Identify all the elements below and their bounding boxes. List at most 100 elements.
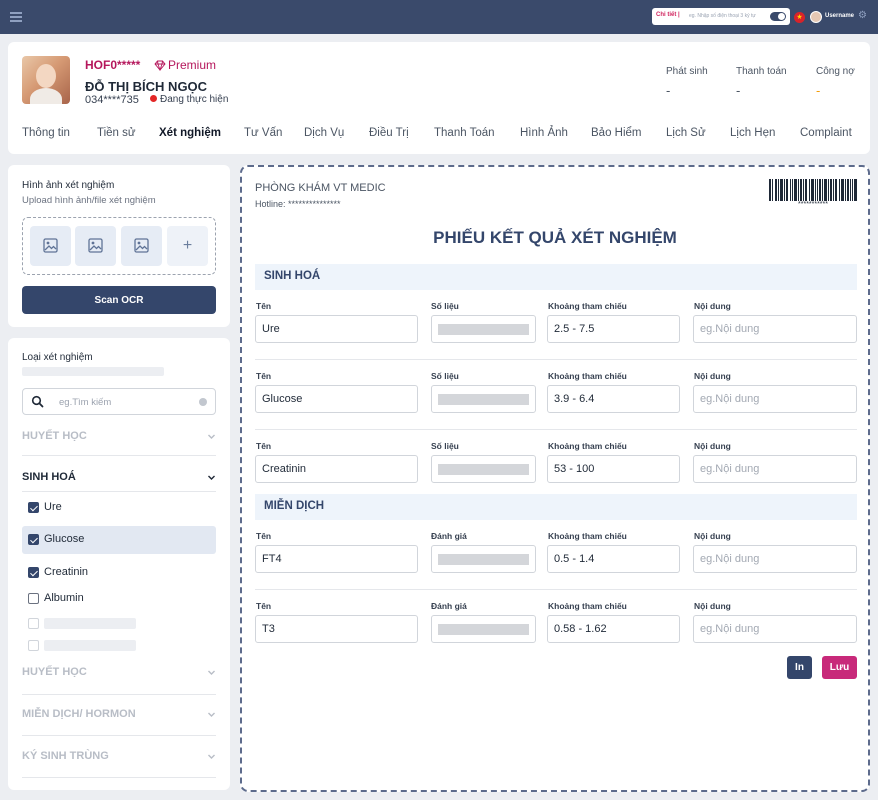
- stat-phat-sinh: Phát sinh -: [666, 66, 708, 98]
- tab-complaint[interactable]: Complaint: [800, 127, 852, 139]
- gear-icon[interactable]: ⚙: [858, 10, 867, 21]
- image-thumbnail[interactable]: [75, 226, 116, 266]
- checkbox[interactable]: [28, 593, 39, 604]
- image-thumbnail[interactable]: [121, 226, 162, 266]
- test-note-field[interactable]: eg.Nội dung: [693, 615, 857, 643]
- divider: [255, 429, 857, 430]
- test-value-field[interactable]: [431, 455, 536, 483]
- scan-ocr-button[interactable]: Scan OCR: [22, 286, 216, 314]
- test-search-input[interactable]: eg.Tìm kiếm: [22, 388, 216, 415]
- placeholder-bar: [44, 640, 136, 651]
- vietnam-flag-icon[interactable]: ★: [794, 12, 805, 23]
- test-note-field[interactable]: eg.Nội dung: [693, 315, 857, 343]
- test-note-field[interactable]: eg.Nội dung: [693, 385, 857, 413]
- tab-tien-su[interactable]: Tiền sử: [97, 127, 136, 139]
- field-label-range: Khoảng tham chiếu: [548, 301, 627, 311]
- tab-lich-su[interactable]: Lịch Sử: [666, 127, 706, 139]
- sheet-title: PHIẾU KẾT QUẢ XÉT NGHIỆM: [433, 228, 677, 247]
- result-sheet: PHÒNG KHÁM VT MEDIC Hotline: ***********…: [240, 165, 870, 792]
- global-search[interactable]: Chi tiết | eg. Nhập số điện thoại 3 ký t…: [652, 8, 790, 25]
- test-name-field[interactable]: Creatinin: [255, 455, 418, 483]
- test-assessment-field[interactable]: [431, 615, 536, 643]
- test-name-field[interactable]: FT4: [255, 545, 418, 573]
- global-search-placeholder: eg. Nhập số điện thoại 3 ký tự: [689, 12, 756, 19]
- test-assessment-field[interactable]: [431, 545, 536, 573]
- premium-badge: Premium: [154, 58, 216, 72]
- group-huyet-hoc-2[interactable]: HUYẾT HỌC: [22, 666, 216, 678]
- image-icon: [134, 238, 149, 253]
- hamburger-menu-icon[interactable]: [10, 12, 22, 22]
- test-name-field[interactable]: Ure: [255, 315, 418, 343]
- test-value-field[interactable]: [431, 385, 536, 413]
- tab-xet-nghiem[interactable]: Xét nghiệm: [159, 127, 221, 139]
- image-thumbnail[interactable]: [30, 226, 71, 266]
- stat-value: -: [666, 83, 671, 98]
- test-item-albumin[interactable]: Albumin: [22, 585, 216, 613]
- divider: [255, 589, 857, 590]
- test-item-glucose[interactable]: Glucose: [22, 526, 216, 554]
- search-mode-label: Chi tiết |: [656, 12, 680, 18]
- test-name-field[interactable]: Glucose: [255, 385, 418, 413]
- placeholder-bar: [44, 618, 136, 629]
- print-button[interactable]: In: [787, 656, 812, 679]
- checkbox[interactable]: [28, 640, 39, 651]
- group-huyet-hoc[interactable]: HUYẾT HỌC: [22, 430, 216, 442]
- checkbox[interactable]: [28, 618, 39, 629]
- tab-bao-hiem[interactable]: Bảo Hiểm: [591, 127, 642, 139]
- upload-dropzone[interactable]: +: [22, 217, 216, 275]
- group-mien-dich-hormon[interactable]: MIỄN DỊCH/ HORMON: [22, 708, 216, 720]
- test-range-field[interactable]: 2.5 - 7.5: [547, 315, 680, 343]
- field-label-note: Nội dung: [694, 601, 731, 611]
- stat-label: Phát sinh: [666, 66, 708, 77]
- test-item-creatinin[interactable]: Creatinin: [22, 559, 216, 587]
- stat-label: Thanh toán: [736, 66, 787, 77]
- test-range-field[interactable]: 0.5 - 1.4: [547, 545, 680, 573]
- patient-name: ĐỖ THỊ BÍCH NGỌC: [85, 79, 208, 94]
- patient-code: HOF0*****: [85, 58, 141, 72]
- test-note-field[interactable]: eg.Nội dung: [693, 455, 857, 483]
- clinic-name: PHÒNG KHÁM VT MEDIC: [255, 182, 386, 194]
- field-label-range: Khoảng tham chiếu: [548, 441, 627, 451]
- group-label: HUYẾT HỌC: [22, 430, 87, 442]
- tab-thanh-toan[interactable]: Thanh Toán: [434, 127, 495, 139]
- field-label-note: Nội dung: [694, 441, 731, 451]
- test-range-field[interactable]: 0.58 - 1.62: [547, 615, 680, 643]
- save-button[interactable]: Lưu: [822, 656, 857, 679]
- test-type-title: Loại xét nghiệm: [22, 352, 93, 363]
- diamond-icon: [154, 60, 166, 71]
- stat-thanh-toan: Thanh toán -: [736, 66, 787, 98]
- tab-thong-tin[interactable]: Thông tin: [22, 127, 70, 139]
- search-icon: [31, 395, 44, 408]
- username-label[interactable]: Username: [825, 13, 854, 19]
- test-value-field[interactable]: [431, 315, 536, 343]
- tab-tu-van[interactable]: Tư Vấn: [244, 127, 282, 139]
- checkbox[interactable]: [28, 567, 39, 578]
- group-label: HUYẾT HỌC: [22, 666, 87, 678]
- tab-hinh-anh[interactable]: Hình Ảnh: [520, 127, 568, 139]
- stat-label: Công nợ: [816, 66, 855, 77]
- group-ky-sinh-trung[interactable]: KÝ SINH TRÙNG: [22, 750, 216, 762]
- test-item-label: Ure: [44, 501, 62, 513]
- redacted-value: [438, 324, 529, 335]
- test-range-field[interactable]: 53 - 100: [547, 455, 680, 483]
- add-image-button[interactable]: +: [167, 226, 208, 266]
- checkbox[interactable]: [28, 534, 39, 545]
- test-item-ure[interactable]: Ure: [22, 494, 216, 522]
- test-note-field[interactable]: eg.Nội dung: [693, 545, 857, 573]
- test-range-field[interactable]: 3.9 - 6.4: [547, 385, 680, 413]
- test-name-field[interactable]: T3: [255, 615, 418, 643]
- test-item-placeholder[interactable]: [22, 632, 216, 660]
- group-label: SINH HOÁ: [22, 471, 76, 483]
- group-label: MIỄN DỊCH/ HORMON: [22, 708, 136, 720]
- stat-value: -: [736, 83, 741, 98]
- search-toggle[interactable]: [770, 12, 786, 21]
- tab-dieu-tri[interactable]: Điều Trị: [369, 127, 409, 139]
- group-sinh-hoa[interactable]: SINH HOÁ: [22, 471, 216, 483]
- clear-icon[interactable]: [199, 398, 207, 406]
- checkbox[interactable]: [28, 502, 39, 513]
- divider: [255, 359, 857, 360]
- tab-dich-vu[interactable]: Dịch Vụ: [304, 127, 344, 139]
- user-avatar[interactable]: [810, 11, 822, 23]
- premium-label: Premium: [168, 58, 217, 72]
- tab-lich-hen[interactable]: Lịch Hẹn: [730, 127, 775, 139]
